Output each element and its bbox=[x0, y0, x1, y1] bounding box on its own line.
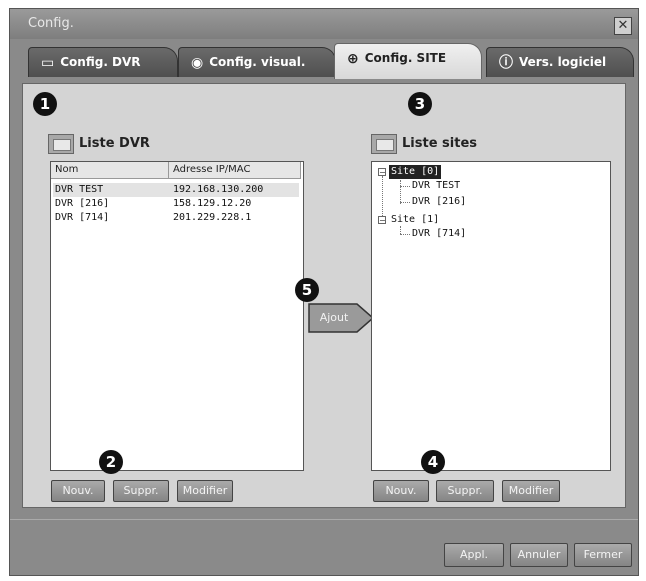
dvr-list-title: Liste DVR bbox=[79, 136, 150, 151]
tab-label: Config. SITE bbox=[364, 51, 447, 65]
collapse-icon[interactable]: − bbox=[378, 168, 386, 177]
site-config-panel: 1 Liste DVR Nom Adresse IP/MAC DVR TEST … bbox=[22, 83, 626, 508]
tab-config-visual[interactable]: ◉ Config. visual. bbox=[178, 47, 336, 77]
apply-button[interactable]: Appl. bbox=[444, 543, 504, 567]
title-bar[interactable]: Config. ✕ bbox=[10, 9, 638, 39]
tab-label: Config. visual. bbox=[209, 55, 306, 69]
config-window: Config. ✕ ▭ Config. DVR ◉ Config. visual. … bbox=[9, 8, 639, 576]
dvr-delete-button[interactable]: Suppr. bbox=[113, 480, 169, 502]
site-delete-button[interactable]: Suppr. bbox=[436, 480, 494, 502]
tree-node-site-1[interactable]: Site [1] bbox=[391, 213, 439, 227]
globe-wrench-icon: ⊕ bbox=[347, 50, 359, 67]
tab-bar: ▭ Config. DVR ◉ Config. visual. ⊕ Config. S… bbox=[10, 41, 638, 81]
cancel-button[interactable]: Annuler bbox=[510, 543, 568, 567]
tree-line bbox=[400, 202, 410, 203]
tree-node-site-0[interactable]: Site [0] bbox=[389, 165, 442, 179]
callout-badge-4: 4 bbox=[421, 450, 445, 474]
callout-badge-2: 2 bbox=[99, 450, 123, 474]
dvr-list[interactable]: Nom Adresse IP/MAC DVR TEST 192.168.130.… bbox=[50, 161, 304, 471]
monitor-wrench-icon: ▭ bbox=[41, 54, 55, 71]
site-modify-button[interactable]: Modifier bbox=[502, 480, 560, 502]
column-header-address[interactable]: Adresse IP/MAC bbox=[169, 162, 301, 179]
tree-line bbox=[400, 226, 401, 234]
callout-badge-3: 3 bbox=[408, 92, 432, 116]
tab-label: Vers. logiciel bbox=[519, 55, 607, 69]
column-header-name[interactable]: Nom bbox=[51, 162, 169, 179]
collapse-icon[interactable]: − bbox=[378, 216, 386, 225]
info-icon: ⓘ bbox=[499, 54, 513, 71]
dvr-modify-button[interactable]: Modifier bbox=[177, 480, 233, 502]
dvr-name-cell: DVR [216] bbox=[55, 198, 110, 209]
tab-config-dvr[interactable]: ▭ Config. DVR bbox=[28, 47, 178, 77]
table-row[interactable]: DVR TEST 192.168.130.200 bbox=[53, 183, 299, 197]
site-tree[interactable]: − Site [0] DVR TEST DVR [216] − Site [1]… bbox=[371, 161, 611, 471]
callout-badge-1: 1 bbox=[33, 92, 57, 116]
dvr-address-cell: 192.168.130.200 bbox=[173, 184, 264, 195]
callout-badge-5: 5 bbox=[295, 278, 319, 302]
tab-label: Config. DVR bbox=[60, 55, 141, 69]
dvr-list-icon bbox=[48, 134, 74, 154]
tree-line bbox=[400, 186, 410, 187]
add-button-label: Ajout bbox=[319, 311, 349, 324]
dvr-name-cell: DVR [714] bbox=[55, 212, 110, 223]
dvr-address-cell: 158.129.12.20 bbox=[173, 198, 252, 209]
window-title: Config. bbox=[28, 16, 74, 31]
tab-vers-logiciel[interactable]: ⓘ Vers. logiciel bbox=[486, 47, 634, 77]
site-list-title: Liste sites bbox=[402, 136, 477, 151]
site-list-icon bbox=[371, 134, 397, 154]
footer-divider bbox=[10, 519, 638, 520]
dvr-new-button[interactable]: Nouv. bbox=[51, 480, 105, 502]
tab-config-site[interactable]: ⊕ Config. SITE bbox=[334, 43, 482, 79]
dvr-address-cell: 201.229.228.1 bbox=[173, 212, 252, 223]
tree-node-dvr[interactable]: DVR [216] bbox=[412, 195, 466, 209]
table-row[interactable]: DVR [714] 201.229.228.1 bbox=[53, 211, 299, 225]
table-row[interactable]: DVR [216] 158.129.12.20 bbox=[53, 197, 299, 211]
close-dialog-button[interactable]: Fermer bbox=[574, 543, 632, 567]
eye-wrench-icon: ◉ bbox=[191, 54, 204, 71]
tree-line bbox=[400, 180, 401, 204]
dvr-name-cell: DVR TEST bbox=[55, 184, 104, 195]
site-new-button[interactable]: Nouv. bbox=[373, 480, 429, 502]
add-to-site-button[interactable]: Ajout bbox=[307, 300, 375, 336]
tree-line bbox=[382, 176, 383, 218]
tree-node-dvr[interactable]: DVR TEST bbox=[412, 179, 460, 193]
tree-node-dvr[interactable]: DVR [714] bbox=[412, 227, 466, 241]
tree-line bbox=[400, 234, 410, 235]
close-button[interactable]: ✕ bbox=[614, 17, 632, 35]
